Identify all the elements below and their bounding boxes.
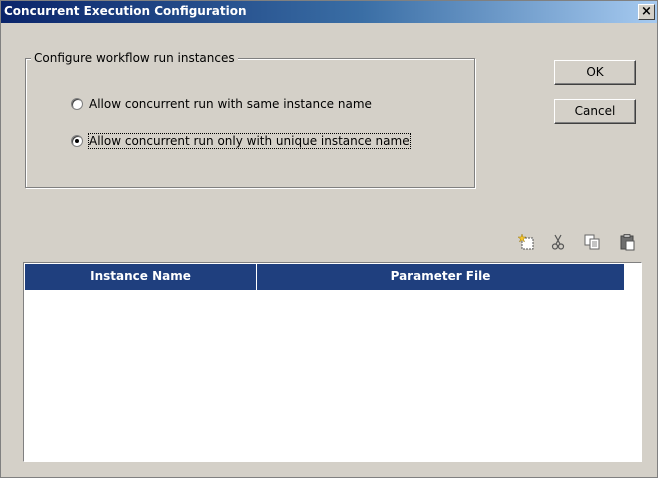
radio-button-unchecked[interactable] [71,98,83,110]
concurrent-execution-dialog: Concurrent Execution Configuration × Con… [0,0,658,478]
radio-same-instance-name[interactable]: Allow concurrent run with same instance … [71,97,372,111]
title-bar[interactable]: Concurrent Execution Configuration × [1,1,657,23]
radio-label-unique-instance: Allow concurrent run only with unique in… [88,133,411,149]
run-instances-groupbox [25,58,475,188]
table-header: Instance Name Parameter File [25,264,625,290]
groupbox-legend: Configure workflow run instances [31,51,238,65]
radio-unique-instance-name[interactable]: Allow concurrent run only with unique in… [71,133,411,149]
cancel-button[interactable]: Cancel [554,99,636,124]
window-title: Concurrent Execution Configuration [4,4,247,18]
close-button[interactable]: × [638,4,655,20]
paste-icon[interactable] [618,233,636,251]
column-header-instance-name[interactable]: Instance Name [25,264,257,290]
instances-table[interactable]: Instance Name Parameter File [23,262,642,462]
new-row-icon[interactable] [517,233,536,251]
cut-icon[interactable] [549,233,567,251]
radio-button-checked[interactable] [71,135,83,147]
ok-button[interactable]: OK [554,60,636,85]
radio-label-same-instance: Allow concurrent run with same instance … [89,97,372,111]
copy-icon[interactable] [583,233,601,251]
close-icon: × [641,4,652,19]
column-header-parameter-file[interactable]: Parameter File [257,264,625,290]
